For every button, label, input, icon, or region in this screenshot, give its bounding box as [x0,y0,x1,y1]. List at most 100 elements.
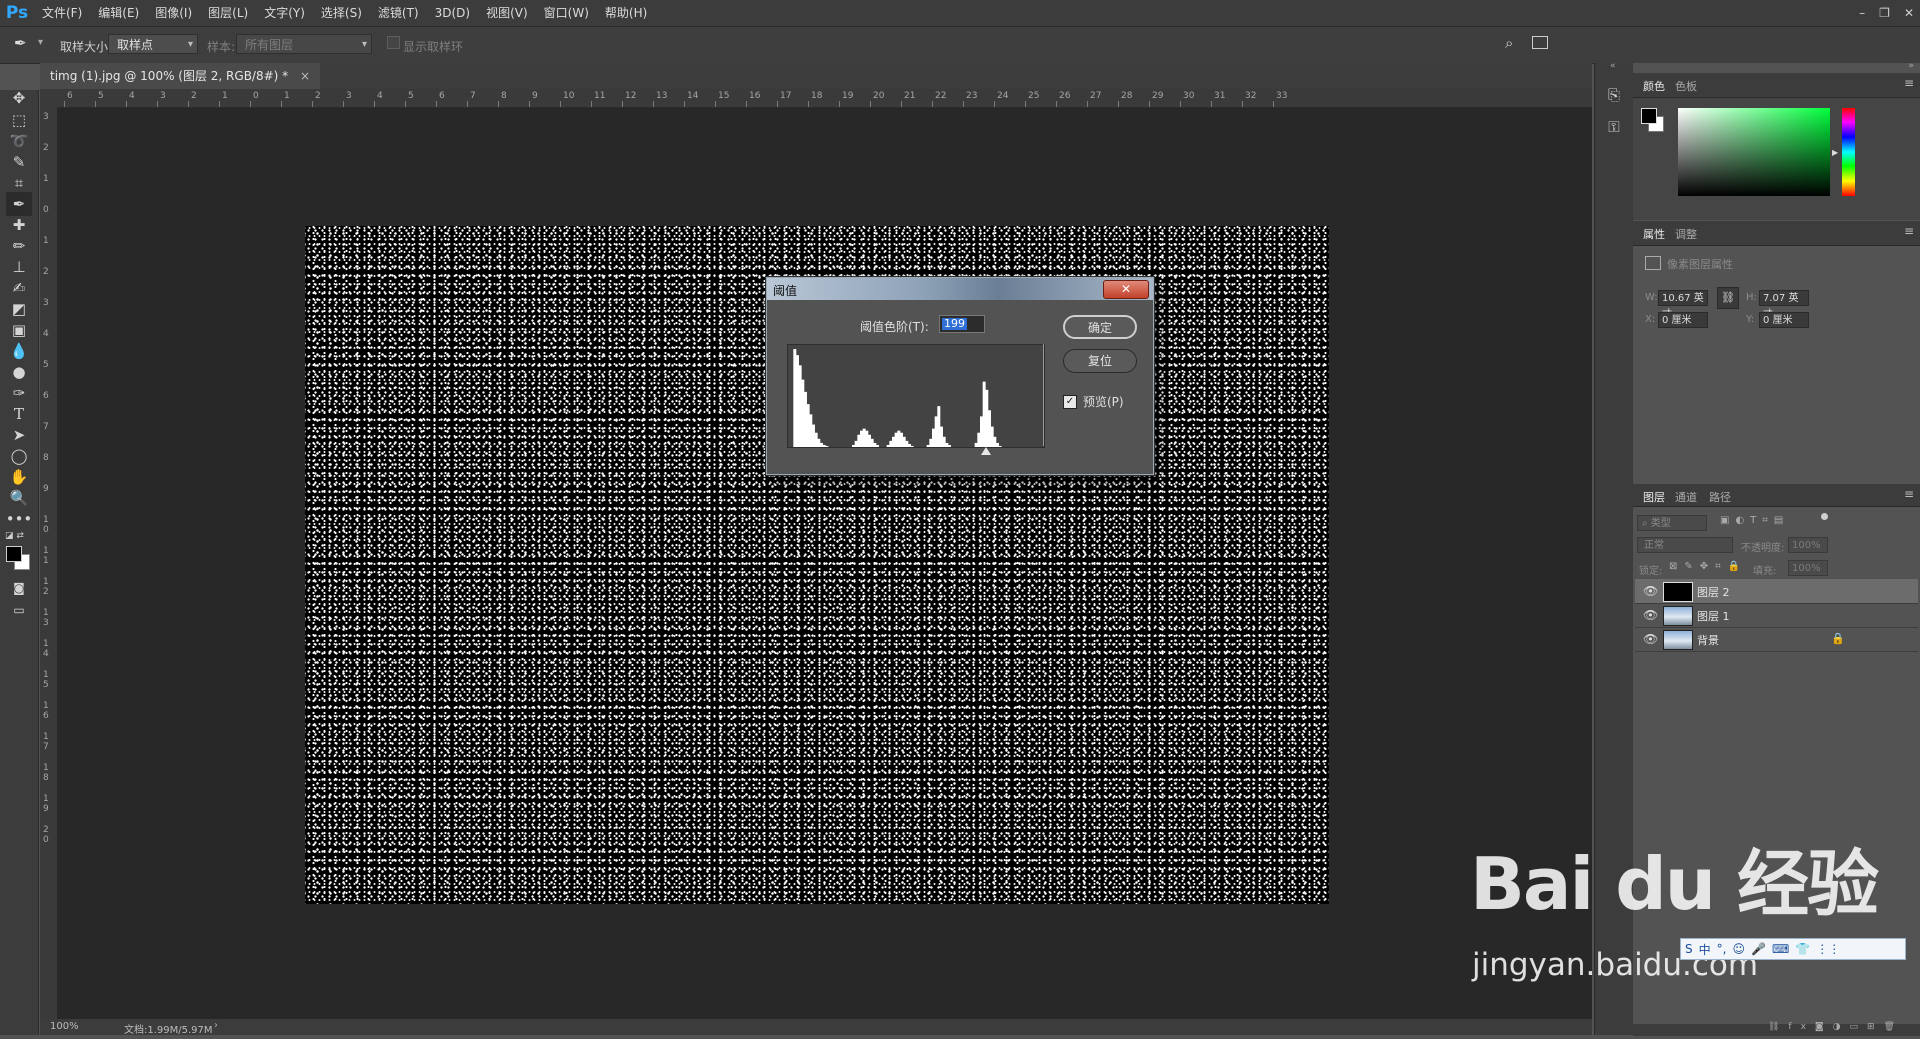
hue-marker-icon[interactable]: ▶ [1832,148,1838,157]
filter-toggle-icon[interactable] [1821,513,1828,520]
menu-item-5[interactable]: 选择(S) [313,0,370,26]
y-field[interactable]: 0 厘米 [1759,312,1809,328]
panel-menu-icon[interactable]: ≡ [1904,224,1914,238]
panel-menu-icon[interactable]: ≡ [1904,76,1914,90]
foreground-color-swatch[interactable] [1641,108,1657,124]
quick-mask-icon[interactable]: ◙ [6,576,32,600]
document-tab[interactable]: timg (1).jpg @ 100% (图层 2, RGB/8#) * × [40,63,321,89]
ime-button[interactable]: ⌨ [1772,942,1789,956]
ruler-left-label: 1 6 [43,701,49,721]
zoom-level[interactable]: 100% [50,1021,79,1032]
search-icon[interactable]: ⌕ [1505,34,1513,52]
threshold-level-input[interactable]: 199 [939,315,985,333]
preview-option[interactable]: ✓ 预览(P) [1063,393,1124,410]
ime-button[interactable]: ⋮⋮ [1816,942,1840,956]
more-tools-icon[interactable]: ••• [6,507,33,531]
close-button[interactable]: ✕ [1904,6,1914,20]
link-icon[interactable]: ⛓ [1717,287,1739,309]
layer-kind-filter[interactable]: ⌕ 类型 [1637,515,1707,531]
ruler-top-tick [467,101,468,107]
status-bar: 100% 文档:1.99M/5.97M › [40,1019,1592,1036]
visibility-eye-icon[interactable]: 👁 [1643,608,1658,622]
dialog-title-bar[interactable] [767,278,1153,300]
ime-button[interactable]: S [1685,942,1693,956]
ime-button[interactable]: °, [1717,942,1727,956]
tab-paths[interactable]: 路径 [1709,489,1731,505]
screen-mode-icon[interactable]: ▭ [6,598,32,622]
restore-button[interactable]: ❐ [1879,6,1890,20]
ime-button[interactable]: 🎤 [1751,942,1766,956]
close-tab-icon[interactable]: × [300,69,310,83]
layer-row[interactable]: 👁 背景 🔒 [1635,627,1918,652]
tab-swatches[interactable]: 色板 [1675,78,1697,94]
minimize-button[interactable]: – [1859,6,1865,20]
menu-item-8[interactable]: 视图(V) [478,0,536,26]
visibility-eye-icon[interactable]: 👁 [1643,584,1658,598]
dialog-close-button[interactable]: ✕ [1103,280,1149,299]
opacity-field[interactable]: 100% [1788,537,1828,553]
menu-item-2[interactable]: 图像(I) [147,0,200,26]
hue-slider[interactable] [1842,108,1855,196]
character-panel-icon[interactable]: ⚿ [1602,115,1626,139]
collapse-panels-icon[interactable]: » [1908,61,1914,71]
menu-item-0[interactable]: 文件(F) [34,0,90,26]
tab-channels[interactable]: 通道 [1675,489,1697,505]
ime-button[interactable]: 👕 [1795,942,1810,956]
ruler-top-tick [188,101,189,107]
move-tool-icon[interactable]: ✥ [6,86,32,110]
blend-mode-select[interactable]: 正常 [1637,537,1733,553]
sample-select[interactable]: 所有图层 ▾ [236,34,372,54]
fill-field[interactable]: 100% [1788,560,1828,576]
tab-adjustments[interactable]: 调整 [1675,226,1697,242]
layer-thumbnail[interactable] [1663,582,1693,602]
menu-item-3[interactable]: 图层(L) [200,0,256,26]
tab-properties[interactable]: 属性 [1643,226,1665,242]
workspace-icon[interactable] [1532,36,1548,49]
foreground-color-swatch[interactable] [6,546,22,562]
status-menu-chevron-icon[interactable]: › [214,1020,218,1031]
eyedropper-icon[interactable]: ✒ [14,34,27,52]
threshold-slider-handle[interactable] [981,447,991,455]
y-label: Y: [1746,314,1755,325]
tab-color[interactable]: 颜色 [1643,78,1665,94]
panel-menu-icon[interactable]: ≡ [1904,487,1914,501]
color-picker-field[interactable] [1678,108,1830,196]
layer-name[interactable]: 图层 2 [1697,584,1730,600]
menu-item-4[interactable]: 文字(Y) [256,0,313,26]
histogram-bar [793,349,797,447]
lock-icons[interactable]: ⊠✎✥⌗🔒 [1669,561,1747,572]
menu-item-10[interactable]: 帮助(H) [597,0,655,26]
layer-row[interactable]: 👁 图层 1 [1635,603,1918,628]
ok-button[interactable]: 确定 [1063,315,1137,339]
layer-name[interactable]: 背景 [1697,632,1719,648]
layer-row[interactable]: 👁 图层 2 [1635,579,1918,604]
layer-filter-icons[interactable]: ▣◐T⌗▤ [1720,515,1789,526]
histogram-bar [862,428,866,447]
ruler-left-label: 1 3 [43,608,49,628]
visibility-eye-icon[interactable]: 👁 [1643,632,1658,646]
history-panel-icon[interactable]: ⎘ [1602,83,1626,107]
height-field[interactable]: 7.07 英寸 [1759,290,1809,320]
menu-item-1[interactable]: 编辑(E) [90,0,147,26]
menu-item-7[interactable]: 3D(D) [427,0,478,26]
ime-button[interactable]: 中 [1699,941,1711,958]
default-colors-icon[interactable]: ◪ ⇄ [5,531,24,541]
collapse-dock-icon[interactable]: « [1610,61,1616,71]
reset-button[interactable]: 复位 [1063,349,1137,373]
menu-item-6[interactable]: 滤镜(T) [370,0,427,26]
sample-size-select[interactable]: 取样点 ▾ [108,34,198,54]
show-ring-checkbox[interactable] [387,36,400,49]
preview-checkbox[interactable]: ✓ [1063,394,1077,409]
ime-button[interactable]: ☺ [1732,942,1745,956]
layer-thumbnail[interactable] [1663,606,1693,626]
tab-layers[interactable]: 图层 [1643,489,1665,505]
ime-toolbar[interactable]: S 中 °, ☺ 🎤 ⌨ 👕 ⋮⋮ [1680,938,1906,960]
tool-preset-chevron-icon[interactable]: ▾ [38,37,43,48]
width-field[interactable]: 10.67 英寸 [1658,290,1708,320]
menu-item-9[interactable]: 窗口(W) [536,0,597,26]
layer-thumbnail[interactable] [1663,630,1693,650]
x-field[interactable]: 0 厘米 [1658,312,1708,328]
layer-name[interactable]: 图层 1 [1697,608,1730,624]
layers-footer-icons[interactable]: ⛓fx◙◑▭⊞🗑 [1768,1022,1904,1032]
histogram-bar [825,445,829,447]
